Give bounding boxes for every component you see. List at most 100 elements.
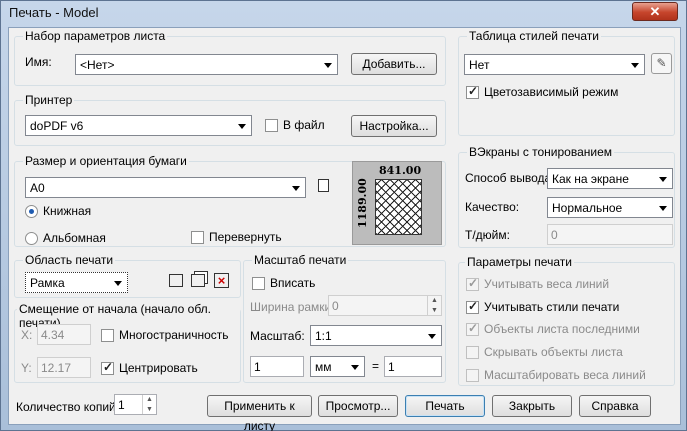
delete-window-icon[interactable]: × <box>214 273 229 288</box>
paperspace-last-label: Объекты листа последними <box>484 322 640 336</box>
center-plot-label: Центрировать <box>119 361 198 375</box>
plot-scale-legend: Масштаб печати <box>252 253 349 267</box>
plot-options-legend: Параметры печати <box>465 255 574 269</box>
units-combo[interactable]: мм <box>310 356 365 377</box>
lineweights-checkbox[interactable] <box>466 276 479 291</box>
preview-width-label: 841.00 <box>379 164 422 177</box>
paper-size-value: A0 <box>30 181 45 195</box>
border-width-label: Ширина рамки: <box>250 300 335 314</box>
scale-label: Масштаб: <box>250 329 305 343</box>
border-width-value: 0 <box>332 299 339 313</box>
color-dependent-checkbox[interactable] <box>466 84 479 99</box>
plot-options-group: Параметры печати Учитывать веса линий Уч… <box>458 255 675 386</box>
x-offset-input[interactable]: 4.34 <box>37 324 91 345</box>
chevron-down-icon <box>428 334 436 339</box>
printer-group: Принтер doPDF v6 В файл Настройка... <box>14 93 446 146</box>
shade-mode-combo[interactable]: Как на экране <box>547 168 673 189</box>
dialog-client: Набор параметров листа Имя: <Нет> Добави… <box>8 27 681 431</box>
plot-style-value: Нет <box>469 58 490 72</box>
lineweights-label: Учитывать веса линий <box>484 277 610 291</box>
close-window-button[interactable]: ✕ <box>632 2 678 21</box>
plot-style-legend: Таблица стилей печати <box>467 29 601 43</box>
portrait-radio[interactable] <box>25 205 38 218</box>
printer-combo[interactable]: doPDF v6 <box>25 115 252 136</box>
preview-paper-icon <box>375 179 422 235</box>
plot-style-combo[interactable]: Нет <box>464 54 645 75</box>
plot-area-legend: Область печати <box>23 253 116 267</box>
shade-mode-value: Как на экране <box>552 172 629 186</box>
edit-style-icon[interactable]: ✎ <box>651 53 672 74</box>
dpi-input[interactable]: 0 <box>547 224 673 245</box>
add-page-setup-button[interactable]: Добавить... <box>351 53 437 75</box>
paper-size-legend: Размер и ориентация бумаги <box>23 154 189 168</box>
close-button[interactable]: Закрыть <box>492 395 572 417</box>
print-dialog-window: Печать - Model ✕ Набор параметров листа … <box>0 0 687 431</box>
x-offset-value: 4.34 <box>41 328 65 342</box>
chevron-down-icon <box>631 63 639 68</box>
copies-value: 1 <box>118 398 125 412</box>
printer-legend: Принтер <box>23 93 75 107</box>
plot-style-table-group: Таблица стилей печати Нет ✎ Цветозависим… <box>458 29 675 136</box>
units-value: мм <box>315 360 332 374</box>
fit-to-paper-label: Вписать <box>270 276 316 290</box>
page-setup-value: <Нет> <box>80 58 115 72</box>
chevron-down-icon <box>114 281 122 286</box>
print-to-file-label: В файл <box>283 118 325 132</box>
plot-area-combo[interactable]: Рамка <box>25 272 128 293</box>
dpi-label: Т/дюйм: <box>465 228 510 242</box>
multipage-label: Многостраничность <box>119 328 229 342</box>
copy-window-icon[interactable] <box>191 274 205 287</box>
hide-objects-checkbox[interactable] <box>466 346 479 359</box>
scale-lineweights-checkbox[interactable] <box>466 369 479 382</box>
chevron-down-icon <box>351 365 359 370</box>
copies-spinner[interactable]: ▲ ▼ <box>142 395 156 414</box>
quality-value: Нормальное <box>552 201 623 215</box>
help-button[interactable]: Справка <box>579 395 651 417</box>
x-label: X: <box>21 328 33 342</box>
paperspace-last-checkbox[interactable] <box>466 321 479 336</box>
scale-value: 1:1 <box>315 329 332 343</box>
chevron-down-icon <box>238 124 246 129</box>
fit-to-paper-checkbox[interactable] <box>252 277 265 290</box>
portrait-label: Книжная <box>43 204 92 218</box>
paper-units-input[interactable]: 1 <box>250 356 304 377</box>
offset-group: Смещение от начала (начало обл. печати) … <box>14 302 241 383</box>
border-width-input[interactable]: 0 ▲ ▼ <box>328 295 442 316</box>
paper-units-value: 1 <box>254 360 261 374</box>
plot-styles-checkbox[interactable] <box>466 299 479 314</box>
dpi-value: 0 <box>551 228 558 242</box>
landscape-radio[interactable] <box>25 232 38 245</box>
plot-styles-label: Учитывать стили печати <box>484 300 620 314</box>
copies-input[interactable]: 1 ▲ ▼ <box>114 394 157 415</box>
center-plot-checkbox[interactable] <box>101 360 114 375</box>
scale-combo[interactable]: 1:1 <box>310 325 442 346</box>
plot-area-group: Область печати Рамка × <box>14 253 241 298</box>
printer-properties-button[interactable]: Настройка... <box>351 115 437 137</box>
page-setup-combo[interactable]: <Нет> <box>75 54 338 75</box>
equals-label: = <box>372 359 380 373</box>
chevron-down-icon <box>659 177 667 182</box>
print-to-file-checkbox[interactable] <box>265 119 278 132</box>
preview-height-label: 1189.00 <box>356 178 369 228</box>
select-window-icon[interactable] <box>169 274 183 287</box>
y-offset-input[interactable]: 12.17 <box>37 357 91 378</box>
quality-combo[interactable]: Нормальное <box>547 197 673 218</box>
color-dependent-label: Цветозависимый режим <box>484 85 619 99</box>
apply-to-layout-button[interactable]: Применить к листу <box>207 395 312 431</box>
preview-button[interactable]: Просмотр... <box>318 395 398 417</box>
paper-size-combo[interactable]: A0 <box>25 177 306 198</box>
page-setup-legend: Набор параметров листа <box>23 29 168 43</box>
page-setup-group: Набор параметров листа Имя: <Нет> Добави… <box>14 29 446 86</box>
border-width-spinner[interactable]: ▲ ▼ <box>427 296 441 315</box>
upside-down-label: Перевернуть <box>209 230 282 244</box>
shaded-viewport-group: ВЭкраны с тонированием Способ вывода: Ка… <box>458 145 675 248</box>
y-label: Y: <box>21 361 32 375</box>
drawing-units-value: 1 <box>388 360 395 374</box>
print-button[interactable]: Печать <box>405 395 485 417</box>
y-offset-value: 12.17 <box>41 361 72 375</box>
multipage-checkbox[interactable] <box>101 329 114 342</box>
drawing-units-input[interactable]: 1 <box>384 356 442 377</box>
hide-objects-label: Скрывать объекты листа <box>484 345 623 359</box>
upside-down-checkbox[interactable] <box>191 231 204 244</box>
scale-lineweights-label: Масштабировать веса линий <box>484 368 646 382</box>
